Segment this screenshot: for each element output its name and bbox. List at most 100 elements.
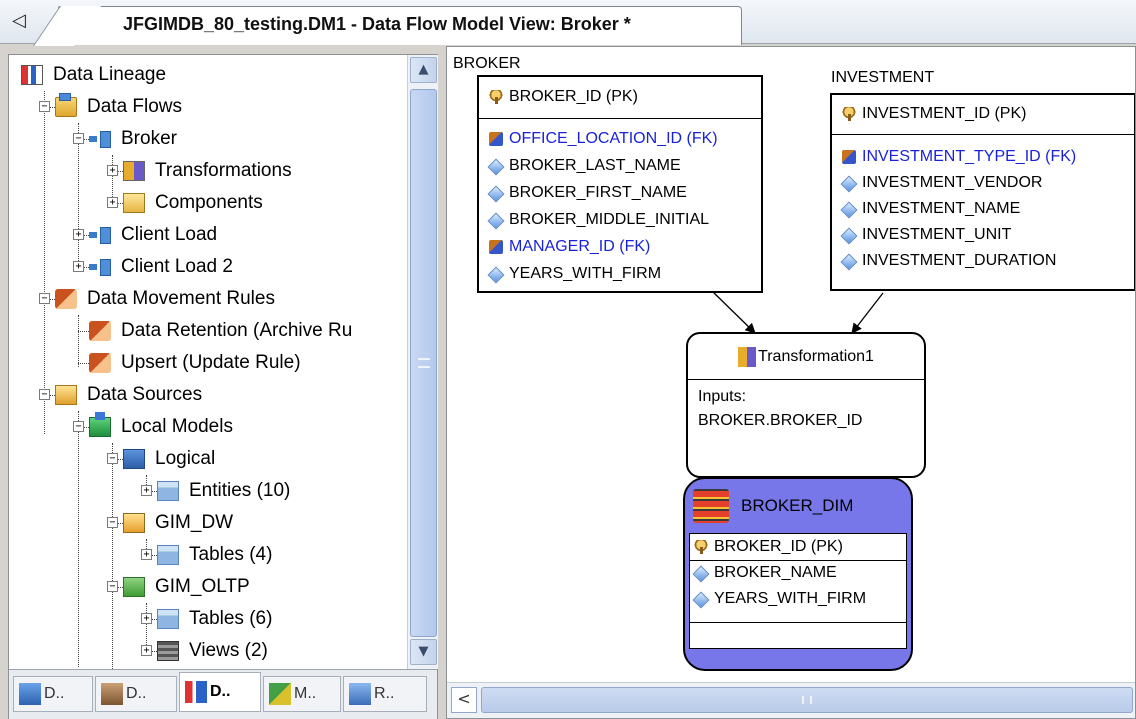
collapse-icon[interactable]: −	[73, 421, 84, 432]
primary-key-icon	[489, 90, 503, 104]
expand-icon[interactable]: +	[107, 197, 118, 208]
broker-entity[interactable]: BROKER_ID (PK) OFFICE_LOCATION_ID (FK) BR…	[477, 75, 763, 293]
scroll-down-icon[interactable]: ▼	[410, 639, 437, 665]
diagram-scroll-thumb[interactable]	[481, 687, 1133, 713]
attribute-icon	[487, 158, 505, 175]
attribute[interactable]: BROKER_LAST_NAME	[487, 154, 681, 178]
expand-icon[interactable]: +	[73, 261, 84, 272]
attribute-text: MANAGER_ID (FK)	[509, 238, 651, 255]
collapse-icon[interactable]: −	[107, 581, 118, 592]
broker-pk-area: BROKER_ID (PK)	[479, 77, 761, 119]
tree-item[interactable]: Broker	[89, 125, 177, 153]
attribute-text: INVESTMENT_NAME	[862, 200, 1021, 217]
document-tab-title: JFGIMDB_80_testing.DM1 - Data Flow Model…	[123, 14, 631, 34]
tree-item[interactable]: Client Load	[89, 221, 217, 249]
expand-icon[interactable]: +	[141, 485, 152, 496]
tree-item[interactable]: Data Flows	[55, 93, 182, 121]
explorer-tab[interactable]: D..	[95, 676, 177, 712]
transformation-node[interactable]: Transformation1 Inputs: BROKER.BROKER_ID	[686, 332, 926, 478]
attribute[interactable]: INVESTMENT_VENDOR	[840, 171, 1042, 195]
expand-icon[interactable]: +	[107, 165, 118, 176]
tree-item[interactable]: Views (2)	[157, 637, 268, 665]
tree-item[interactable]: Upsert (Update Rule)	[89, 349, 301, 377]
tree-connector	[78, 411, 79, 667]
foreign-key-attribute[interactable]: INVESTMENT_TYPE_ID (FK)	[842, 145, 1076, 169]
attribute-text: YEARS_WITH_FIRM	[714, 590, 867, 607]
data-flow-icon	[89, 129, 111, 149]
tree-item-label: Data Sources	[87, 384, 203, 405]
local-models-icon	[89, 412, 111, 437]
attribute-text: BROKER_NAME	[714, 564, 837, 581]
tree-item-label: Upsert (Update Rule)	[121, 352, 301, 373]
attribute[interactable]: BROKER_FIRST_NAME	[487, 181, 687, 205]
tab-scroll-left-icon[interactable]: ◁	[12, 10, 26, 31]
expand-icon[interactable]: +	[141, 645, 152, 656]
tree-item[interactable]: Client Load 2	[89, 253, 233, 281]
repository-icon	[349, 683, 371, 705]
tree-item[interactable]: Entities (10)	[157, 477, 290, 505]
attribute[interactable]: YEARS_WITH_FIRM	[692, 587, 867, 611]
tree-item[interactable]: Transformations	[123, 157, 292, 185]
diagram-horizontal-scrollbar[interactable]: <	[447, 682, 1135, 718]
tree-item[interactable]: Tables (4)	[157, 541, 272, 569]
investment-entity[interactable]: INVESTMENT_ID (PK) INVESTMENT_TYPE_ID (F…	[830, 93, 1135, 291]
scroll-left-icon[interactable]: <	[451, 687, 477, 713]
attribute-text: INVESTMENT_UNIT	[862, 226, 1012, 243]
investment-pk-attribute[interactable]: INVESTMENT_ID (PK)	[842, 102, 1026, 126]
document-tab[interactable]: JFGIMDB_80_testing.DM1 - Data Flow Model…	[58, 6, 742, 45]
investment-to-transformation-edge	[851, 292, 884, 334]
explorer-tab[interactable]: D..	[13, 676, 93, 712]
explorer-tab-label: R..	[374, 685, 395, 702]
tree-scroll-thumb[interactable]	[410, 89, 437, 637]
explorer-panel: Data Lineage − Data Flows − Broker + Transform…	[8, 54, 438, 719]
collapse-icon[interactable]: −	[73, 133, 84, 144]
tree-item[interactable]: Local Models	[89, 412, 233, 441]
data-flow-icon	[89, 225, 111, 245]
broker-dim-table[interactable]: BROKER_DIM BROKER_ID (PK) BROKER_NAME YEA…	[683, 477, 913, 671]
tree-item-label: Logical	[155, 448, 216, 469]
attribute[interactable]: BROKER_MIDDLE_INITIAL	[487, 208, 709, 232]
physical-model-icon	[123, 513, 145, 533]
tree-item-label: Broker	[121, 128, 177, 149]
scroll-up-icon[interactable]: ▲	[410, 57, 437, 83]
tree-item[interactable]: Components	[123, 189, 263, 217]
data-flow-diagram[interactable]: BROKER BROKER_ID (PK) OFFICE_LOCATION_ID…	[446, 46, 1136, 719]
logical-model-icon	[123, 449, 145, 469]
transformation-icon	[738, 346, 757, 367]
components-icon	[123, 193, 145, 213]
expand-icon[interactable]: +	[141, 549, 152, 560]
expand-icon[interactable]: +	[73, 229, 84, 240]
tree-item[interactable]: GIM_DW	[123, 509, 233, 537]
tree-item[interactable]: Data Retention (Archive Ru	[89, 317, 352, 345]
tree-item[interactable]: Data Lineage	[21, 61, 166, 89]
attribute[interactable]: YEARS_WITH_FIRM	[487, 262, 661, 286]
foreign-key-attribute[interactable]: MANAGER_ID (FK)	[489, 235, 650, 259]
explorer-tab[interactable]: D..	[179, 672, 261, 712]
tree-item[interactable]: Logical	[123, 445, 215, 473]
expand-icon[interactable]: +	[141, 613, 152, 624]
attribute[interactable]: BROKER_NAME	[692, 561, 837, 585]
collapse-icon[interactable]: −	[39, 293, 50, 304]
grip-icon	[802, 696, 812, 704]
attribute[interactable]: INVESTMENT_NAME	[840, 197, 1021, 221]
tree-vertical-scrollbar[interactable]: ▲ ▼	[407, 55, 438, 669]
foreign-key-attribute[interactable]: OFFICE_LOCATION_ID (FK)	[489, 127, 718, 151]
broker-pk-attribute[interactable]: BROKER_ID (PK)	[489, 85, 638, 109]
transformation-title: Transformation1	[758, 347, 874, 365]
tree-item[interactable]: Data Sources	[55, 381, 202, 409]
tree-item[interactable]: Tables (6)	[157, 605, 272, 633]
tree-item-label: Data Movement Rules	[87, 288, 275, 309]
attribute[interactable]: INVESTMENT_DURATION	[840, 249, 1056, 273]
collapse-icon[interactable]: −	[39, 389, 50, 400]
data-sources-icon	[55, 385, 77, 405]
tree-item[interactable]: Data Movement Rules	[55, 285, 275, 313]
collapse-icon[interactable]: −	[39, 101, 50, 112]
collapse-icon[interactable]: −	[107, 453, 118, 464]
attribute[interactable]: INVESTMENT_UNIT	[840, 223, 1012, 247]
grip-icon	[418, 358, 430, 368]
explorer-tab[interactable]: R..	[343, 676, 427, 712]
tree-item[interactable]: GIM_OLTP	[123, 573, 250, 601]
explorer-tab[interactable]: M..	[263, 676, 341, 712]
collapse-icon[interactable]: −	[107, 517, 118, 528]
broker-dim-pk-column[interactable]: BROKER_ID (PK)	[694, 535, 843, 559]
